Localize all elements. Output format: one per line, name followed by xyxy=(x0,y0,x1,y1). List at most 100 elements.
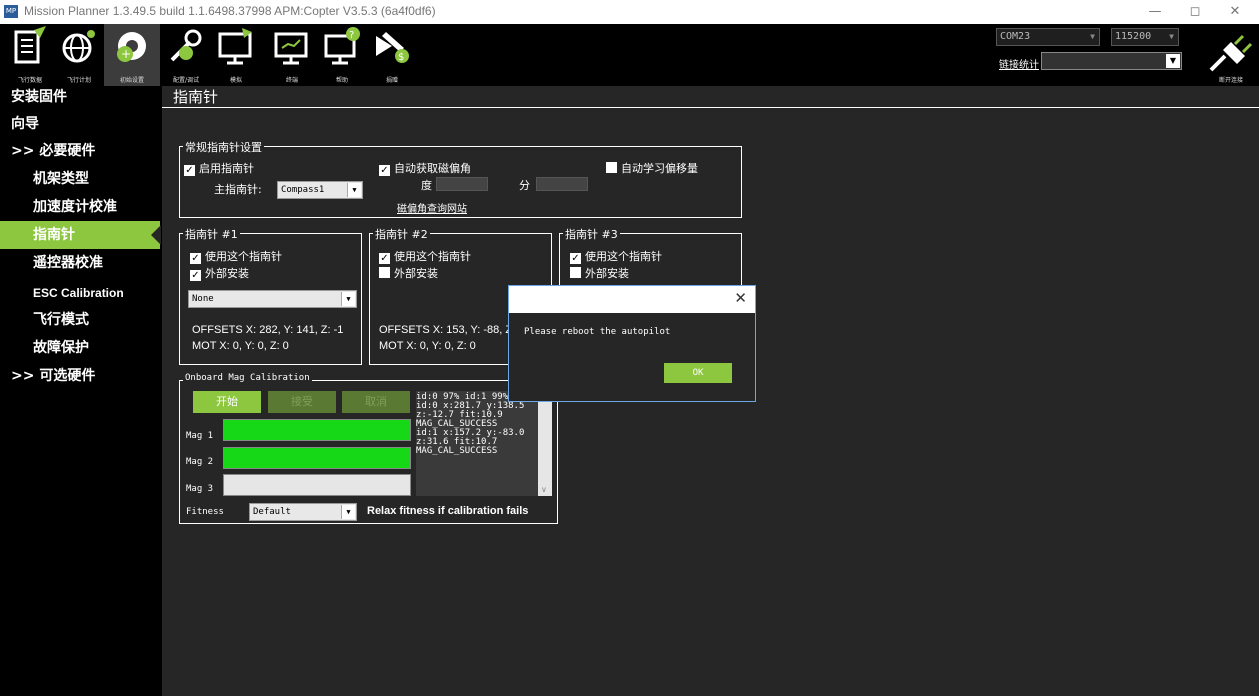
initial-setup-icon: + xyxy=(117,32,146,62)
toolbar-terminal[interactable]: 终端 xyxy=(264,24,320,86)
checkbox-checked-icon: ✓ xyxy=(379,165,390,176)
chevron-down-icon: ▼ xyxy=(1090,32,1095,41)
minutes-label: 分 xyxy=(519,179,530,192)
sidebar-item-failsafe[interactable]: 故障保护 xyxy=(0,334,160,362)
plug-icon xyxy=(1209,34,1253,72)
window-title: Mission Planner 1.3.49.5 build 1.1.6498.… xyxy=(24,4,436,18)
sidebar-item-install-firmware[interactable]: 安装固件 xyxy=(0,83,160,111)
checkbox-label: 自动获取磁偏角 xyxy=(394,162,471,175)
mag3-progress-bar xyxy=(223,474,411,496)
baud-select[interactable]: 115200 ▼ xyxy=(1111,28,1179,46)
mag1-progress-bar xyxy=(223,419,411,441)
maximize-button[interactable]: ◻ xyxy=(1175,2,1215,22)
log-line: MAG_CAL_SUCCESS xyxy=(416,446,498,456)
compass1-use-checkbox[interactable]: ✓ 使用这个指南针 xyxy=(190,248,282,264)
sidebar-item-flight-modes[interactable]: 飞行模式 xyxy=(0,306,160,334)
checkbox-checked-icon: ✓ xyxy=(190,270,201,281)
toolbar-label: 配置/调试 xyxy=(172,77,200,84)
link-stats-select[interactable]: ▼ xyxy=(1041,52,1182,70)
compass1-orientation-select[interactable]: None ▼ xyxy=(188,290,357,308)
sidebar-item-wizard[interactable]: 向导 xyxy=(0,110,160,138)
checkbox-label: 启用指南针 xyxy=(199,162,254,175)
cancel-calibration-button[interactable]: 取消 xyxy=(342,391,410,413)
sidebar-item-esc-calibration[interactable]: ESC Calibration xyxy=(0,279,160,307)
close-window-button[interactable]: ✕ xyxy=(1215,2,1255,22)
setup-sidebar: 安装固件 向导 >> 必要硬件 机架类型 加速度计校准 指南针 遥控器校准 ES… xyxy=(0,86,162,696)
sidebar-item-compass[interactable]: 指南针 xyxy=(0,221,161,249)
compass2-offsets: OFFSETS X: 153, Y: -88, Z xyxy=(379,324,513,336)
group-legend: 指南针 #3 xyxy=(563,226,620,242)
terminal-icon xyxy=(274,32,308,65)
toolbar-help[interactable]: ? 帮助 xyxy=(314,24,370,86)
group-legend: 指南针 #2 xyxy=(373,226,430,242)
checkbox-checked-icon: ✓ xyxy=(190,253,201,264)
sidebar-item-accel-calibration[interactable]: 加速度计校准 xyxy=(0,193,160,221)
toolbar-simulation[interactable]: 模拟 xyxy=(208,24,264,86)
toolbar-config-tuning[interactable]: 配置/调试 xyxy=(158,24,214,86)
svg-text:+: + xyxy=(121,47,131,61)
compass3-use-checkbox[interactable]: ✓ 使用这个指南针 xyxy=(570,248,662,264)
sidebar-item-radio-calibration[interactable]: 遥控器校准 xyxy=(0,249,160,277)
log-scrollbar[interactable]: ∨ xyxy=(538,391,552,496)
flight-data-icon xyxy=(14,26,46,64)
chevron-down-icon: ▼ xyxy=(347,183,361,197)
compass2-use-checkbox[interactable]: ✓ 使用这个指南针 xyxy=(379,248,471,264)
chevron-down-icon: ∨ xyxy=(541,485,547,494)
mag1-progress-fill xyxy=(224,420,410,440)
group-legend: 指南针 #1 xyxy=(183,226,240,242)
auto-declination-checkbox[interactable]: ✓ 自动获取磁偏角 xyxy=(379,160,471,176)
degrees-input[interactable] xyxy=(436,177,488,191)
checkbox-label: 外部安装 xyxy=(205,267,249,280)
link-stats-link[interactable]: 链接统计 xyxy=(999,56,1039,71)
dialog-ok-button[interactable]: OK xyxy=(664,363,732,383)
title-bar: MP Mission Planner 1.3.49.5 build 1.1.64… xyxy=(0,0,1259,24)
checkbox-label: 使用这个指南针 xyxy=(394,250,471,263)
dialog-message: Please reboot the autopilot xyxy=(524,327,671,337)
toolbar-flight-data[interactable]: 飞行数据 xyxy=(2,24,58,86)
port-select[interactable]: COM23 ▼ xyxy=(996,28,1100,46)
title-divider xyxy=(162,107,1259,108)
calibration-log: id:0 97% id:1 99% id:0 x:281.7 y:138.5 z… xyxy=(416,391,538,496)
sidebar-item-mandatory-hardware[interactable]: >> 必要硬件 xyxy=(0,137,160,165)
chevron-down-icon: ▼ xyxy=(341,292,355,306)
config-tuning-icon xyxy=(170,29,202,62)
checkbox-checked-icon: ✓ xyxy=(184,165,195,176)
checkbox-unchecked-icon xyxy=(570,267,581,278)
compass1-offsets: OFFSETS X: 282, Y: 141, Z: -1 xyxy=(192,324,344,336)
checkbox-label: 外部安装 xyxy=(585,267,629,280)
relax-fitness-label: Relax fitness if calibration fails xyxy=(367,505,529,517)
compass1-external-checkbox[interactable]: ✓ 外部安装 xyxy=(190,265,249,281)
toolbar-flight-plan[interactable]: 飞行计划 xyxy=(51,24,107,86)
dialog-close-button[interactable]: ✕ xyxy=(734,289,747,307)
sidebar-item-frame-type[interactable]: 机架类型 xyxy=(0,165,160,193)
toolbar-label: 终端 xyxy=(285,77,298,84)
toolbar-donate[interactable]: $ 捐赠 xyxy=(364,24,420,86)
compass2-external-checkbox[interactable]: 外部安装 xyxy=(379,265,438,281)
simulation-icon xyxy=(218,28,252,65)
enable-compass-checkbox[interactable]: ✓ 启用指南针 xyxy=(184,160,254,176)
learn-offsets-checkbox[interactable]: 自动学习偏移量 xyxy=(606,160,698,176)
connect-button[interactable]: 断开连接 xyxy=(1205,30,1257,86)
chevron-down-icon: ▼ xyxy=(1166,54,1180,68)
minutes-input[interactable] xyxy=(536,177,588,191)
minimize-button[interactable]: — xyxy=(1135,2,1175,22)
mag2-label: Mag 2 xyxy=(186,457,214,467)
sidebar-item-optional-hardware[interactable]: >> 可选硬件 xyxy=(0,362,160,390)
compass1-orientation-value: None xyxy=(192,294,214,304)
primary-compass-select[interactable]: Compass1 ▼ xyxy=(277,181,363,199)
accept-calibration-button[interactable]: 接受 xyxy=(268,391,336,413)
help-icon: ? xyxy=(324,27,360,65)
start-calibration-button[interactable]: 开始 xyxy=(193,391,261,413)
mag3-label: Mag 3 xyxy=(186,484,214,494)
declination-website-link[interactable]: 磁偏角查询网站 xyxy=(397,200,467,215)
toolbar-initial-setup[interactable]: + 初始设置 xyxy=(104,24,160,86)
degrees-label: 度 xyxy=(421,179,432,192)
svg-text:$: $ xyxy=(398,52,404,63)
checkbox-checked-icon: ✓ xyxy=(570,253,581,264)
reboot-dialog: ✕ Please reboot the autopilot OK xyxy=(508,285,756,402)
compass3-external-checkbox[interactable]: 外部安装 xyxy=(570,265,629,281)
baud-value: 115200 xyxy=(1115,31,1152,42)
connect-label: 断开连接 xyxy=(1218,77,1243,84)
checkbox-unchecked-icon xyxy=(379,267,390,278)
fitness-select[interactable]: Default ▼ xyxy=(249,503,357,521)
